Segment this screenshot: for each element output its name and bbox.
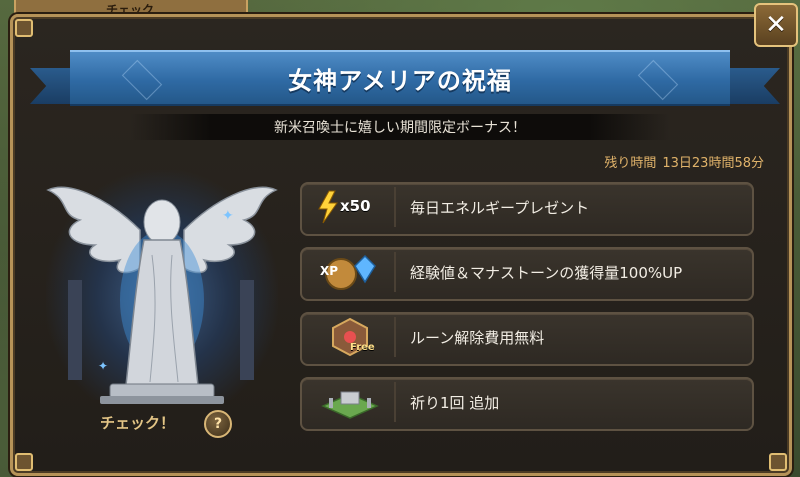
altar-island-icon <box>321 391 379 419</box>
bonus-row-xp: XP 経験値＆マナストーンの獲得量100%UP <box>300 247 754 301</box>
bonus-badge: XP <box>320 264 339 278</box>
statue-panel[interactable]: ✦ ✦ チェック！ ? <box>40 160 284 450</box>
title-ribbon: 女神アメリアの祝福 <box>30 46 780 110</box>
bonus-badge: Free <box>350 342 375 353</box>
check-label[interactable]: チェック！ <box>100 412 175 433</box>
goddess-statue-icon: ✦ ✦ <box>46 186 278 404</box>
close-x-icon: ✕ <box>765 10 787 40</box>
remaining-time: 残り時間 13日23時間58分 <box>604 152 764 171</box>
ribbon-ornament <box>121 59 163 101</box>
bonus-label: 経験値＆マナストーンの獲得量100%UP <box>410 264 683 282</box>
bonus-badge: x50 <box>340 197 371 215</box>
svg-text:✦: ✦ <box>98 359 108 373</box>
timer-label: 残り時間 <box>604 156 657 171</box>
bonus-icon-box <box>306 382 396 422</box>
bonus-label: 祈り1回 追加 <box>410 394 500 412</box>
question-icon: ? <box>213 416 223 432</box>
bonus-label: ルーン解除費用無料 <box>410 329 545 347</box>
bonus-label: 毎日エネルギープレゼント <box>410 199 590 217</box>
frame-corner <box>15 453 33 471</box>
bonus-row-energy: x50 毎日エネルギープレゼント <box>300 182 754 236</box>
timer-value: 13日23時間58分 <box>662 156 764 171</box>
bonus-row-rune: Free ルーン解除費用無料 <box>300 312 754 366</box>
subtitle-bar: 新米召喚士に嬉しい期間限定ボーナス！ <box>130 114 670 140</box>
close-button[interactable]: ✕ <box>754 3 798 47</box>
dialog-title: 女神アメリアの祝福 <box>288 66 512 95</box>
bonus-row-prayer: 祈り1回 追加 <box>300 377 754 431</box>
help-button[interactable]: ? <box>204 410 232 438</box>
frame-corner <box>769 453 787 471</box>
frame-corner <box>15 19 33 37</box>
ribbon-banner: 女神アメリアの祝福 <box>70 50 730 106</box>
svg-text:✦: ✦ <box>222 208 234 224</box>
dialog-subtitle: 新米召喚士に嬉しい期間限定ボーナス！ <box>274 120 526 136</box>
ribbon-ornament <box>637 59 679 101</box>
